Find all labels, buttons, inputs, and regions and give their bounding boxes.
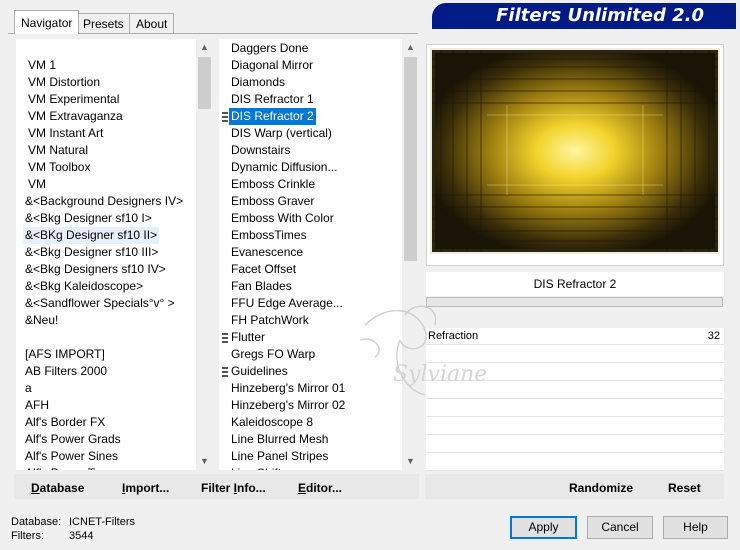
tab-about[interactable]: About — [129, 13, 175, 33]
category-item[interactable]: &<Bkg Designer sf10 III> — [23, 244, 160, 261]
category-item[interactable]: AFH — [23, 397, 51, 414]
category-item[interactable]: VM Experimental — [26, 91, 121, 108]
cancel-button[interactable]: Cancel — [587, 516, 653, 539]
filter-item[interactable]: Diagonal Mirror — [229, 57, 315, 74]
category-item[interactable]: &Neu! — [23, 312, 60, 329]
scroll-down-icon[interactable]: ▼ — [196, 453, 213, 470]
scroll-up-icon[interactable]: ▲ — [196, 39, 213, 56]
parameter-row — [426, 436, 724, 453]
database-value: ICNET-Filters — [69, 516, 135, 528]
filter-item[interactable]: Line Panel Stripes — [229, 448, 330, 465]
filter-list[interactable]: Daggers Done Diagonal Mirror Diamonds DIS R… — [219, 39, 419, 470]
category-item[interactable]: VM Extravaganza — [26, 108, 125, 125]
filter-item[interactable]: Dynamic Diffusion... — [229, 159, 339, 176]
category-list[interactable]: VM 1 VM Distortion VM Experimental VM Extra… — [16, 39, 213, 470]
category-item[interactable]: Alf's Power Grads — [23, 431, 123, 448]
category-item[interactable]: &<Bkg Designers sf10 IV> — [23, 261, 168, 278]
filter-item[interactable]: EmbossTimes — [229, 227, 309, 244]
category-item[interactable]: VM Instant Art — [26, 125, 105, 142]
category-item[interactable]: &<Sandflower Specials°v° > — [23, 295, 177, 312]
category-item[interactable]: VM Natural — [26, 142, 90, 159]
category-item[interactable]: VM — [26, 176, 48, 193]
filter-item[interactable]: Fan Blades — [229, 278, 294, 295]
filter-preview — [426, 44, 724, 266]
import-button[interactable]: Import... — [122, 481, 169, 495]
category-item[interactable]: &<Bkg Designer sf10 I> — [23, 210, 154, 227]
category-item[interactable]: AB Filters 2000 — [23, 363, 109, 380]
filter-item[interactable]: Flutter — [229, 329, 267, 346]
filter-item[interactable]: Emboss Crinkle — [229, 176, 317, 193]
filters-value: 3544 — [69, 530, 94, 542]
scrollbar-thumb[interactable] — [404, 57, 417, 261]
filter-item[interactable]: Gregs FO Warp — [229, 346, 317, 363]
scroll-down-icon[interactable]: ▼ — [402, 453, 419, 470]
filter-item[interactable]: Hinzeberg's Mirror 02 — [229, 397, 347, 414]
filter-list-scrollbar[interactable]: ▲ ▼ — [402, 39, 419, 470]
parameter-row — [426, 418, 724, 435]
category-item[interactable]: &<BKg Designer sf10 II> — [23, 227, 160, 244]
category-item[interactable]: VM 1 — [26, 57, 58, 74]
help-button[interactable]: Help — [663, 516, 728, 539]
category-item[interactable]: Alf's Border FX — [23, 414, 107, 431]
favorite-marker-icon — [222, 367, 228, 378]
category-item[interactable]: Alf's Power Toys — [23, 465, 114, 470]
database-label: Database: — [11, 516, 62, 528]
tab-presets[interactable]: Presets — [76, 13, 131, 33]
filter-item[interactable]: Emboss Graver — [229, 193, 316, 210]
scrollbar-thumb[interactable] — [198, 57, 211, 109]
category-list-scrollbar[interactable]: ▲ ▼ — [196, 39, 213, 470]
category-item[interactable]: [AFS IMPORT] — [23, 346, 107, 363]
scroll-up-icon[interactable]: ▲ — [402, 39, 419, 56]
watermark: Sylviane — [345, 295, 495, 405]
filter-title: DIS Refractor 2 — [426, 272, 724, 296]
category-item[interactable] — [23, 329, 27, 346]
filter-item[interactable]: Diamonds — [229, 74, 287, 91]
app-title-banner: Filters Unlimited 2.0 — [432, 3, 736, 29]
randomize-button[interactable]: Randomize — [569, 481, 633, 495]
category-item[interactable]: Alf's Power Sines — [23, 448, 120, 465]
filter-item[interactable]: Daggers Done — [229, 40, 310, 57]
filter-item[interactable]: DIS Warp (vertical) — [229, 125, 334, 142]
watermark-swirl-icon: Sylviane — [359, 305, 487, 396]
filter-item[interactable]: Evanescence — [229, 244, 305, 261]
category-item[interactable]: &<Background Designers IV> — [23, 193, 185, 210]
filter-info-button[interactable]: Filter Info... — [201, 481, 266, 495]
filter-item[interactable]: DIS Refractor 2 — [228, 107, 317, 126]
favorite-marker-icon — [222, 333, 228, 344]
svg-text:Sylviane: Sylviane — [393, 362, 487, 387]
parameter-value: 32 — [707, 330, 720, 342]
tab-navigator[interactable]: Navigator — [14, 10, 80, 34]
filter-item[interactable]: Line Blurred Mesh — [229, 431, 330, 448]
filter-item[interactable]: FFU Edge Average... — [229, 295, 345, 312]
category-item[interactable]: a — [23, 380, 34, 397]
filter-item[interactable]: FH PatchWork — [229, 312, 311, 329]
filter-item[interactable]: Line Shift... — [229, 465, 293, 470]
filter-item[interactable]: Kaleidoscope 8 — [229, 414, 315, 431]
parameter-row — [426, 454, 724, 471]
editor-button[interactable]: Editor... — [298, 481, 342, 495]
filters-label: Filters: — [11, 530, 44, 542]
category-item[interactable]: &<Bkg Kaleidoscope> — [23, 278, 145, 295]
filter-item[interactable]: Emboss With Color — [229, 210, 336, 227]
filter-item[interactable]: Facet Offset — [229, 261, 298, 278]
apply-button[interactable]: Apply — [510, 516, 577, 539]
filter-item[interactable]: DIS Refractor 1 — [229, 91, 316, 108]
reset-button[interactable]: Reset — [668, 481, 701, 495]
category-item[interactable]: VM Toolbox — [26, 159, 92, 176]
database-button[interactable]: Database — [31, 481, 84, 495]
category-item[interactable]: VM Distortion — [26, 74, 102, 91]
filter-item[interactable]: Guidelines — [229, 363, 290, 380]
preview-image — [430, 48, 720, 254]
filter-item[interactable]: Downstairs — [229, 142, 292, 159]
favorite-marker-icon — [222, 112, 228, 123]
filter-item[interactable]: Hinzeberg's Mirror 01 — [229, 380, 347, 397]
